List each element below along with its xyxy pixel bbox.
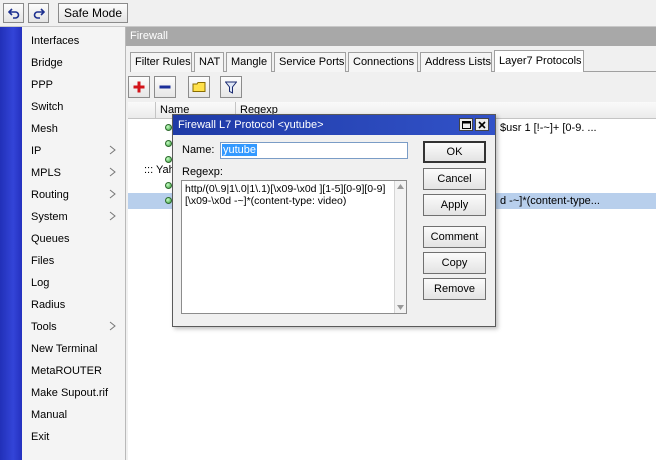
menu-item-new-terminal[interactable]: New Terminal bbox=[22, 338, 125, 360]
menu-item-make-supout[interactable]: Make Supout.rif bbox=[22, 382, 125, 404]
sidebar-menu: Interfaces Bridge PPP Switch Mesh IP MPL… bbox=[22, 27, 126, 460]
remove-icon bbox=[159, 85, 171, 89]
name-label: Name: bbox=[182, 144, 215, 156]
regexp-value: http/(0\.9|1\.0|1\.1)[\x09-\x0d ][1-5][0… bbox=[185, 183, 386, 207]
enabled-dot-icon bbox=[165, 182, 172, 189]
menu-item-log[interactable]: Log bbox=[22, 272, 125, 294]
tab-filter-rules[interactable]: Filter Rules bbox=[130, 52, 192, 72]
row-regexp: d -~]*(content-type... bbox=[500, 195, 600, 207]
menu-item-manual[interactable]: Manual bbox=[22, 404, 125, 426]
winbox-side-strip bbox=[0, 27, 22, 460]
regexp-label: Regexp: bbox=[182, 166, 223, 178]
cancel-button[interactable]: Cancel bbox=[423, 168, 486, 190]
close-button[interactable] bbox=[475, 118, 489, 131]
comment-button[interactable] bbox=[188, 76, 210, 98]
filter-icon bbox=[225, 81, 237, 94]
scroll-down-icon bbox=[397, 305, 404, 310]
regexp-textarea[interactable]: http/(0\.9|1\.0|1\.1)[\x09-\x0d ][1-5][0… bbox=[181, 180, 407, 314]
menu-item-exit[interactable]: Exit bbox=[22, 426, 125, 448]
regexp-scrollbar[interactable] bbox=[394, 181, 406, 313]
comment-icon bbox=[192, 82, 206, 92]
submenu-arrow-icon bbox=[109, 321, 116, 331]
close-icon bbox=[478, 120, 486, 129]
enabled-dot-icon bbox=[165, 197, 172, 204]
maximize-icon bbox=[461, 120, 471, 129]
firewall-tabs: Filter Rules NAT Mangle Service Ports Co… bbox=[130, 50, 656, 72]
menu-item-mpls[interactable]: MPLS bbox=[22, 162, 125, 184]
menu-item-ip[interactable]: IP bbox=[22, 140, 125, 162]
tab-mangle[interactable]: Mangle bbox=[226, 52, 272, 72]
enabled-dot-icon bbox=[165, 124, 172, 131]
redo-icon bbox=[33, 8, 45, 19]
menu-item-interfaces[interactable]: Interfaces bbox=[22, 30, 125, 52]
l7-protocol-dialog: Firewall L7 Protocol <yutube> Name: yutu… bbox=[172, 114, 496, 327]
menu-item-routing[interactable]: Routing bbox=[22, 184, 125, 206]
menu-item-radius[interactable]: Radius bbox=[22, 294, 125, 316]
undo-button[interactable] bbox=[3, 3, 24, 23]
submenu-arrow-icon bbox=[109, 145, 116, 155]
submenu-arrow-icon bbox=[109, 167, 116, 177]
firewall-window-title: Firewall bbox=[126, 27, 656, 46]
scroll-up-icon bbox=[397, 184, 404, 189]
name-input[interactable]: yutube bbox=[220, 142, 408, 159]
menu-item-queues[interactable]: Queues bbox=[22, 228, 125, 250]
maximize-button[interactable] bbox=[459, 118, 473, 131]
menu-item-ppp[interactable]: PPP bbox=[22, 74, 125, 96]
remove-dialog-button[interactable]: Remove bbox=[423, 278, 486, 300]
submenu-arrow-icon bbox=[109, 189, 116, 199]
menu-item-system[interactable]: System bbox=[22, 206, 125, 228]
redo-button[interactable] bbox=[28, 3, 49, 23]
menu-item-mesh[interactable]: Mesh bbox=[22, 118, 125, 140]
ok-button[interactable]: OK bbox=[423, 141, 486, 163]
comment-dialog-button[interactable]: Comment bbox=[423, 226, 486, 248]
row-regexp: $usr 1 [!-~]+ [0-9. ... bbox=[500, 122, 597, 134]
remove-button[interactable] bbox=[154, 76, 176, 98]
tab-layer7-protocols[interactable]: Layer7 Protocols bbox=[494, 50, 584, 72]
top-toolbar: Safe Mode bbox=[0, 0, 656, 27]
add-button[interactable] bbox=[128, 76, 150, 98]
menu-item-metarouter[interactable]: MetaROUTER bbox=[22, 360, 125, 382]
filter-button[interactable] bbox=[220, 76, 242, 98]
dialog-title: Firewall L7 Protocol <yutube> bbox=[173, 115, 495, 135]
enabled-dot-icon bbox=[165, 140, 172, 147]
tab-address-lists[interactable]: Address Lists bbox=[420, 52, 492, 72]
name-value: yutube bbox=[222, 144, 258, 156]
row-comment: ::: Yah bbox=[144, 164, 175, 176]
safe-mode-button[interactable]: Safe Mode bbox=[58, 3, 128, 23]
menu-item-files[interactable]: Files bbox=[22, 250, 125, 272]
menu-item-bridge[interactable]: Bridge bbox=[22, 52, 125, 74]
copy-button[interactable]: Copy bbox=[423, 252, 486, 274]
apply-button[interactable]: Apply bbox=[423, 194, 486, 216]
tab-service-ports[interactable]: Service Ports bbox=[274, 52, 346, 72]
tab-connections[interactable]: Connections bbox=[348, 52, 418, 72]
tab-nat[interactable]: NAT bbox=[194, 52, 224, 72]
undo-icon bbox=[7, 8, 19, 19]
add-icon bbox=[133, 81, 145, 93]
menu-item-switch[interactable]: Switch bbox=[22, 96, 125, 118]
column-header-blank bbox=[128, 102, 156, 119]
menu-item-tools[interactable]: Tools bbox=[22, 316, 125, 338]
submenu-arrow-icon bbox=[109, 211, 116, 221]
